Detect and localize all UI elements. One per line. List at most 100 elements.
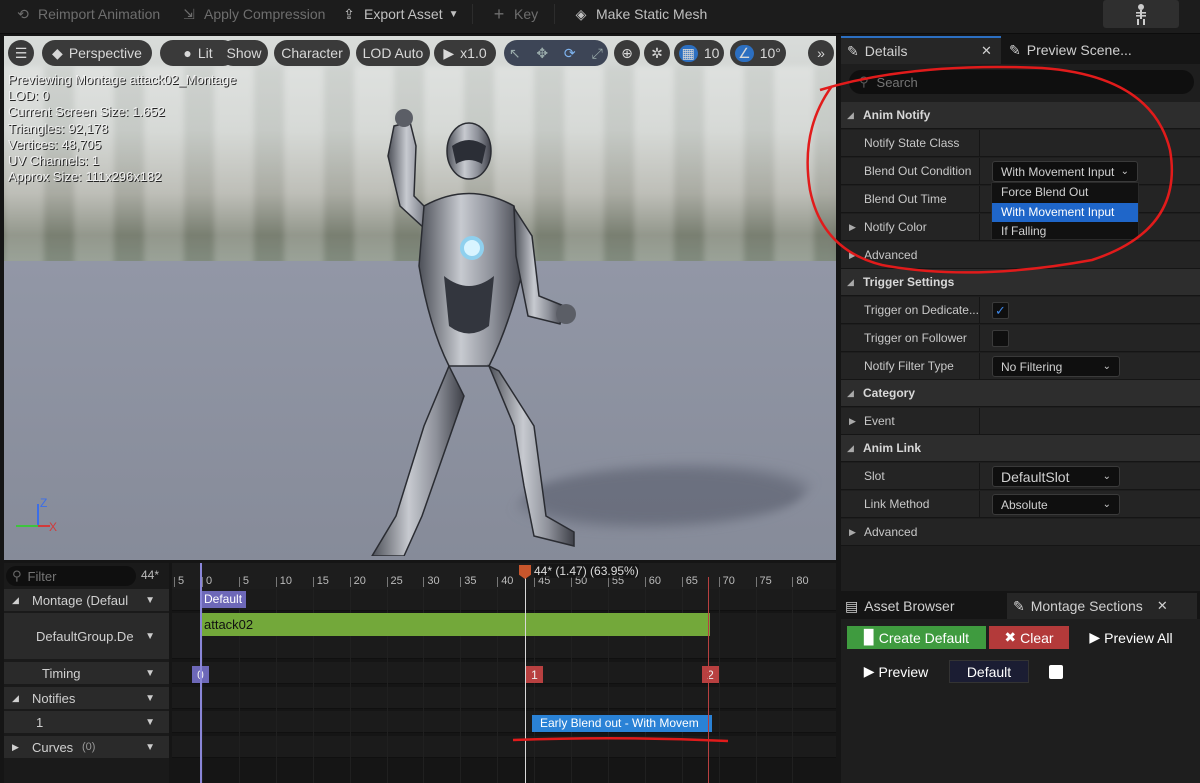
ruler-tick-label: 5 [178,575,185,587]
chevron-down-icon[interactable]: ▼ [145,668,155,679]
notify-early-blend-out[interactable]: Early Blend out - With Movem [532,715,712,732]
search-input[interactable] [876,74,1177,90]
expand-right-icon[interactable]: ▶ [849,250,856,261]
local-space-button[interactable]: ⊕ [614,40,640,66]
grid-snap-button[interactable]: ▦ 10 [674,40,724,66]
ruler-tick-label: 30 [427,575,440,587]
expand-right-icon[interactable]: ▶ [849,416,856,427]
make-static-mesh-button[interactable]: ◈ Make Static Mesh [572,0,708,28]
track-timing[interactable]: Timing ▼ [4,662,169,684]
snap-icon: ✲ [651,44,663,61]
timeline-gridline [718,589,720,783]
chevron-down-icon[interactable]: ▼ [145,742,155,753]
slot-dropdown[interactable]: DefaultSlot ⌄ [992,466,1120,487]
chevron-down-icon[interactable]: ▼ [145,693,155,704]
reimport-animation-button[interactable]: ⟲ Reimport Animation [14,0,160,28]
track-curves[interactable]: ▶ Curves (0) ▼ [4,736,169,758]
category-category[interactable]: ◢ Category [841,380,1200,407]
close-icon[interactable]: ✕ [1157,598,1168,614]
row-advanced-anim-link[interactable]: ▶ Advanced [841,519,1200,546]
perspective-button[interactable]: ◆ Perspective [42,40,152,66]
trigger-dedicated-checkbox[interactable]: ✓ [992,302,1009,319]
ruler-tick [202,577,203,587]
tab-preview-scene[interactable]: ✎ Preview Scene... [1009,36,1199,64]
expand-arrow-icon: ◢ [847,109,854,120]
viewport-menu-button[interactable]: ☰ [8,40,34,66]
surface-snap-button[interactable]: ✲ [644,40,670,66]
blend-out-condition-dropdown[interactable]: With Movement Input ⌄ [992,161,1138,182]
export-asset-button[interactable]: ⇪ Export Asset ▼ [340,0,458,28]
row-notify-filter-type: Notify Filter Type No Filtering ⌄ [841,353,1200,380]
track-default-group[interactable]: DefaultGroup.De ▼ [4,613,169,659]
tab-montage-sections[interactable]: ✎ Montage Sections ✕ [1007,593,1197,619]
ruler-tick-label: 0 [206,575,213,587]
ruler-tick-label: 65 [685,575,698,587]
add-key-button[interactable]: + Key [490,0,538,28]
category-anim-notify[interactable]: ◢ Anim Notify [841,102,1200,129]
create-default-button[interactable]: ▉ Create Default [847,626,986,649]
row-advanced[interactable]: ▶ Advanced [841,242,1200,269]
blend-out-condition-options: Force Blend Out With Movement Input If F… [991,182,1139,240]
timing-marker-2[interactable]: 2 [702,666,719,683]
scale-icon[interactable]: ⤢ [587,42,609,64]
ruler-tick [607,577,609,587]
preview-scene-icon: ✎ [1009,41,1021,58]
track-notify-1[interactable]: 1 ▼ [4,711,169,733]
show-button[interactable]: Show [220,40,268,66]
details-search[interactable]: ⚲ [849,70,1194,94]
row-blend-out-condition: Blend Out Condition With Movement Input … [841,158,1200,185]
notify-filter-dropdown[interactable]: No Filtering ⌄ [992,356,1120,377]
track-montage[interactable]: ◢ Montage (Defaul ▼ [4,589,169,611]
preview-button[interactable]: ▶ Preview [861,660,931,683]
tab-asset-browser[interactable]: ▤ Asset Browser [845,593,1005,619]
close-icon[interactable]: ✕ [981,43,992,59]
option-force-blend-out[interactable]: Force Blend Out [992,183,1138,203]
timing-marker-1[interactable]: 1 [526,666,543,683]
track-filter[interactable]: ⚲ [6,566,136,586]
chevron-down-icon[interactable]: ▼ [145,631,155,642]
clear-button[interactable]: ✖ Clear [989,626,1069,649]
select-icon[interactable]: ↖ [504,42,526,64]
uv-channels-line: UV Channels: 1 [8,153,100,169]
expand-right-icon[interactable]: ▶ [849,527,856,538]
section-checkbox[interactable] [1049,665,1063,679]
angle-snap-button[interactable]: ∠ 10° [730,40,786,66]
anim-segment-attack02[interactable]: attack02 [200,613,710,636]
ruler-tick-label: 70 [722,575,735,587]
play-icon: ▶ [863,663,875,679]
ruler-tick-label: 5 [242,575,250,587]
skeleton-mode-button[interactable] [1103,0,1179,28]
chevron-down-icon[interactable]: ▼ [145,595,155,606]
category-trigger-settings[interactable]: ◢ Trigger Settings [841,269,1200,296]
tab-details[interactable]: ✎ Details ✕ [841,36,1001,64]
preview-all-button[interactable]: ▶ Preview All [1085,626,1177,649]
ruler-tick-label: 25 [390,575,403,587]
rotate-icon[interactable]: ⟳ [559,42,581,64]
checkmark-icon: ✓ [995,302,1006,318]
row-trigger-on-dedicated: Trigger on Dedicate... ✓ [841,297,1200,324]
grid-icon: ▦ [678,44,698,62]
lod-button[interactable]: LOD Auto [356,40,430,66]
ruler-tick-label: 40 [501,575,514,587]
apply-compression-button[interactable]: ⇲ Apply Compression [180,0,325,28]
option-with-movement-input[interactable]: With Movement Input [992,202,1138,222]
section-default-button[interactable]: Default [949,660,1029,683]
link-method-dropdown[interactable]: Absolute ⌄ [992,494,1120,515]
viewport-more-button[interactable]: » [808,40,834,66]
option-if-falling[interactable]: If Falling [992,222,1138,242]
timeline-area[interactable]: 5 0 5 10 15 20 25 30 35 40 45 50 55 60 65 70 75 80 Defaul… [172,563,836,783]
filter-input[interactable] [27,568,123,584]
track-notifies[interactable]: ◢ Notifies ▼ [4,687,169,709]
chevron-down-icon[interactable]: ▼ [145,717,155,728]
section-default[interactable]: Default [200,591,247,608]
transform-tools-group: ↖ ✥ ⟳ ⤢ [504,40,608,66]
expand-right-icon[interactable]: ▶ [849,222,856,233]
playback-speed-button[interactable]: ▶ x1.0 [434,40,496,66]
trigger-follower-checkbox[interactable] [992,330,1009,347]
preview-viewport[interactable]: ☰ ◆ Perspective ● Lit Show Character LOD A… [4,36,836,560]
end-line [708,577,709,783]
row-event[interactable]: ▶ Event [841,408,1200,435]
character-button[interactable]: Character [274,40,350,66]
category-anim-link[interactable]: ◢ Anim Link [841,435,1200,462]
translate-icon[interactable]: ✥ [532,42,554,64]
